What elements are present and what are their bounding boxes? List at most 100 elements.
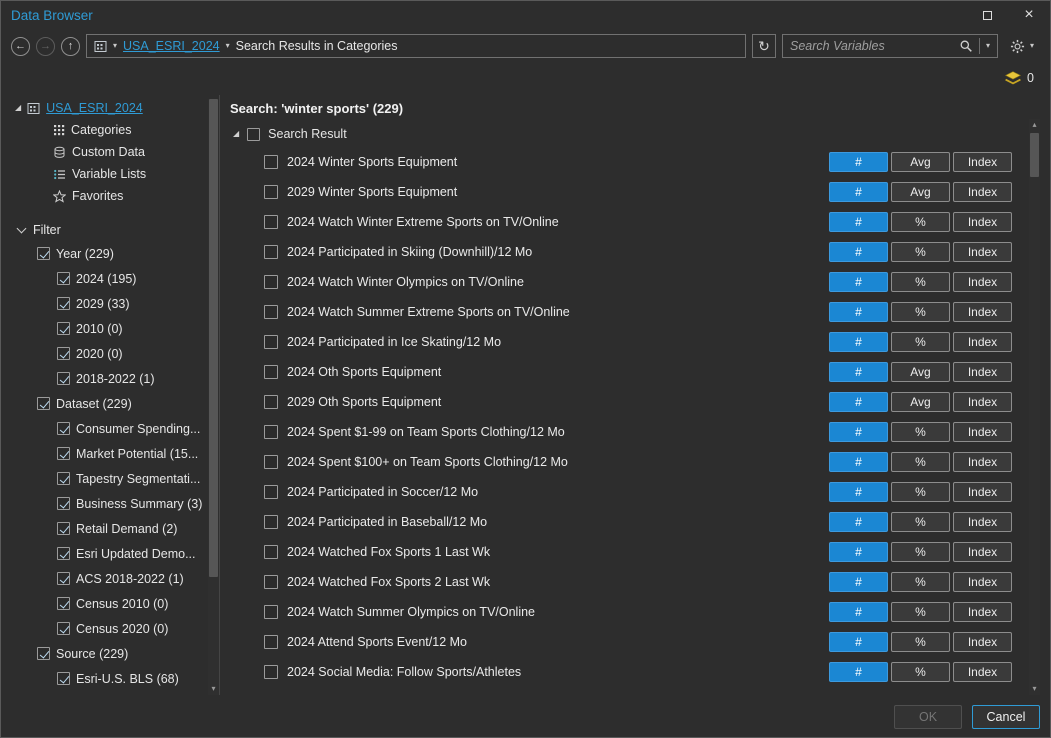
count-format-button[interactable]: # [829,662,888,682]
checkbox[interactable] [264,335,278,349]
group-checkbox[interactable] [247,128,260,141]
search-result-group-row[interactable]: ◢ Search Result [228,121,1012,147]
chevron-down-icon[interactable]: ▾ [113,42,117,50]
filter-group-dataset-229[interactable]: Dataset (229) [13,391,203,416]
checkbox[interactable] [264,575,278,589]
layers-icon[interactable] [1004,71,1022,86]
checkbox[interactable] [264,215,278,229]
checkbox[interactable] [57,322,70,335]
index-format-button[interactable]: Index [953,482,1012,502]
filter-item-census-2020-0[interactable]: Census 2020 (0) [13,616,203,641]
index-format-button[interactable]: Index [953,422,1012,442]
sidebar-item-categories[interactable]: Categories [13,119,203,141]
checkbox[interactable] [57,522,70,535]
checkbox[interactable] [264,515,278,529]
filter-item-retail-demand-2[interactable]: Retail Demand (2) [13,516,203,541]
index-format-button[interactable]: Index [953,152,1012,172]
count-format-button[interactable]: # [829,332,888,352]
percent-avg-format-button[interactable]: Avg [891,182,950,202]
percent-avg-format-button[interactable]: % [891,482,950,502]
filter-item-business-summary-3[interactable]: Business Summary (3) [13,491,203,516]
filter-item-tapestry-segmentati[interactable]: Tapestry Segmentati... [13,466,203,491]
checkbox[interactable] [57,297,70,310]
count-format-button[interactable]: # [829,632,888,652]
filter-item-2024-195[interactable]: 2024 (195) [13,266,203,291]
sidebar-scrollbar[interactable]: ▾ [208,99,219,695]
forward-button[interactable]: → [36,37,55,56]
checkbox[interactable] [37,247,50,260]
checkbox[interactable] [57,422,70,435]
count-format-button[interactable]: # [829,362,888,382]
checkbox[interactable] [57,372,70,385]
index-format-button[interactable]: Index [953,242,1012,262]
checkbox[interactable] [264,455,278,469]
percent-avg-format-button[interactable]: % [891,572,950,592]
checkbox[interactable] [57,597,70,610]
checkbox[interactable] [57,547,70,560]
checkbox[interactable] [57,272,70,285]
sidebar-item-favorites[interactable]: Favorites [13,185,203,207]
count-format-button[interactable]: # [829,572,888,592]
percent-avg-format-button[interactable]: % [891,332,950,352]
index-format-button[interactable]: Index [953,602,1012,622]
percent-avg-format-button[interactable]: % [891,452,950,472]
percent-avg-format-button[interactable]: % [891,242,950,262]
chevron-down-icon[interactable]: ▾ [986,42,990,50]
count-format-button[interactable]: # [829,212,888,232]
count-format-button[interactable]: # [829,602,888,622]
expander-icon[interactable]: ◢ [15,104,21,112]
checkbox[interactable] [37,647,50,660]
filter-item-market-potential-15[interactable]: Market Potential (15... [13,441,203,466]
ok-button[interactable]: OK [894,705,962,729]
percent-avg-format-button[interactable]: % [891,302,950,322]
filter-item-2010-0[interactable]: 2010 (0) [13,316,203,341]
checkbox[interactable] [264,245,278,259]
percent-avg-format-button[interactable]: % [891,512,950,532]
filter-item-esri-updated-demo[interactable]: Esri Updated Demo... [13,541,203,566]
index-format-button[interactable]: Index [953,452,1012,472]
checkbox[interactable] [57,572,70,585]
count-format-button[interactable]: # [829,482,888,502]
filter-item-acs-2018-2022-1[interactable]: ACS 2018-2022 (1) [13,566,203,591]
scrollbar-thumb[interactable] [209,99,218,577]
settings-menu-button[interactable]: ▾ [1004,39,1040,54]
checkbox[interactable] [57,672,70,685]
checkbox[interactable] [57,347,70,360]
results-scrollbar[interactable]: ▴ ▾ [1029,119,1040,695]
chevron-down-icon[interactable]: ▾ [226,42,230,50]
sidebar-item-custom-data[interactable]: Custom Data [13,141,203,163]
back-button[interactable]: ← [11,37,30,56]
count-format-button[interactable]: # [829,302,888,322]
index-format-button[interactable]: Index [953,302,1012,322]
checkbox[interactable] [57,472,70,485]
percent-avg-format-button[interactable]: Avg [891,362,950,382]
index-format-button[interactable]: Index [953,512,1012,532]
filter-group-source-229[interactable]: Source (229) [13,641,203,666]
checkbox[interactable] [57,497,70,510]
count-format-button[interactable]: # [829,542,888,562]
checkbox[interactable] [57,447,70,460]
count-format-button[interactable]: # [829,422,888,442]
index-format-button[interactable]: Index [953,392,1012,412]
percent-avg-format-button[interactable]: % [891,542,950,562]
checkbox[interactable] [264,425,278,439]
search-icon[interactable] [959,39,973,53]
breadcrumb-root-link[interactable]: USA_ESRI_2024 [123,39,220,53]
index-format-button[interactable]: Index [953,662,1012,682]
refresh-button[interactable]: ↻ [752,34,776,58]
count-format-button[interactable]: # [829,152,888,172]
percent-avg-format-button[interactable]: % [891,422,950,442]
percent-avg-format-button[interactable]: % [891,212,950,232]
percent-avg-format-button[interactable]: % [891,662,950,682]
percent-avg-format-button[interactable]: % [891,272,950,292]
scroll-down-icon[interactable]: ▾ [208,683,219,695]
checkbox[interactable] [264,635,278,649]
count-format-button[interactable]: # [829,452,888,472]
index-format-button[interactable]: Index [953,572,1012,592]
count-format-button[interactable]: # [829,272,888,292]
count-format-button[interactable]: # [829,392,888,412]
index-format-button[interactable]: Index [953,272,1012,292]
checkbox[interactable] [264,395,278,409]
percent-avg-format-button[interactable]: Avg [891,392,950,412]
scrollbar-thumb[interactable] [1030,133,1039,177]
